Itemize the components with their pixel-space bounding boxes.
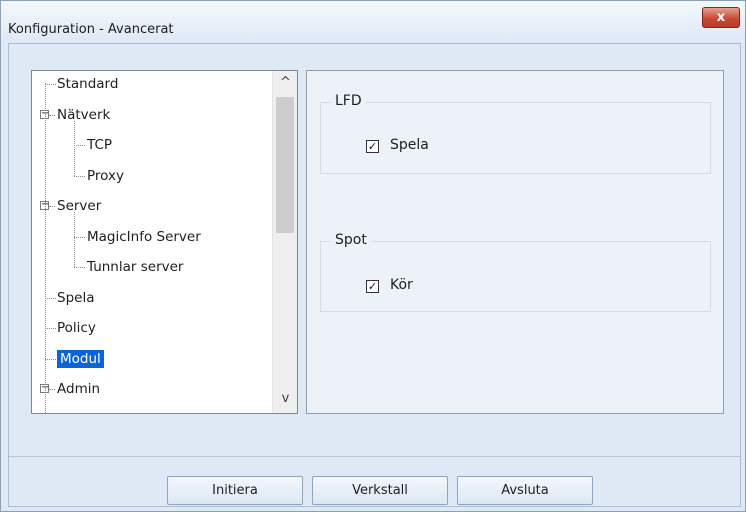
tree-item-tcp[interactable]: TCP — [87, 134, 112, 156]
tree-connector — [45, 297, 56, 299]
tree-connector — [74, 175, 85, 177]
initiera-button[interactable]: Initiera — [167, 476, 303, 505]
tree-root-line — [45, 83, 46, 413]
checkbox-spela[interactable]: ✓ — [366, 140, 379, 153]
title-bar: Konfiguration - Avancerat x — [1, 1, 745, 41]
tree-item-label: Admin — [57, 381, 101, 397]
tree-connector — [74, 267, 85, 268]
checkbox-label-spela[interactable]: Spela — [390, 137, 429, 153]
group-title-spot: Spot — [331, 232, 371, 248]
config-dialog: Konfiguration - Avancerat x Standard − Nät… — [0, 0, 746, 512]
scroll-down-icon[interactable]: v — [273, 389, 297, 409]
tree-item-nätverk[interactable]: Nätverk — [57, 104, 110, 126]
tree-item-proxy[interactable]: Proxy — [87, 165, 124, 187]
close-button[interactable]: x — [702, 7, 740, 28]
close-icon: x — [716, 10, 726, 25]
avsluta-button[interactable]: Avsluta — [457, 476, 593, 505]
tree-item-standard[interactable]: Standard — [57, 73, 118, 95]
tree-connector — [45, 328, 56, 329]
check-icon: ✓ — [367, 280, 378, 293]
window-title: Konfiguration - Avancerat — [8, 22, 174, 37]
checkbox-label-kor[interactable]: Kör — [390, 277, 413, 293]
tree-connector — [74, 145, 85, 146]
tree-item-label: Nätverk — [57, 106, 111, 123]
footer-divider — [9, 456, 740, 457]
group-title-lfd: LFD — [331, 93, 366, 109]
tree-item-label: MagicInfo Server — [87, 228, 201, 245]
tree-connector — [49, 114, 55, 116]
tree-connector — [49, 206, 55, 207]
verkstall-button[interactable]: Verkstall — [312, 476, 448, 505]
tree-item-label: Server — [57, 198, 102, 214]
scroll-up-icon[interactable]: ^ — [273, 73, 297, 93]
tree-branch-line — [74, 212, 75, 267]
tree-item-policy[interactable]: Policy — [57, 317, 96, 339]
tree-item-label: Policy — [57, 320, 96, 336]
checkbox-kor[interactable]: ✓ — [366, 280, 379, 293]
tree-item-label: Spela — [57, 289, 95, 306]
tree-item-server[interactable]: Server — [57, 195, 101, 217]
group-lfd: LFD ✓ Spela — [320, 93, 711, 174]
group-spot: Spot ✓ Kör — [320, 232, 711, 312]
tree-item-modul[interactable]: Modul — [57, 348, 104, 370]
tree-connector — [45, 358, 56, 360]
tree-scrollbar[interactable]: ^ v — [272, 71, 297, 413]
tree-item-tunnlar-server[interactable]: Tunnlar server — [87, 256, 183, 278]
check-icon: ✓ — [367, 140, 378, 153]
tree-item-label: TCP — [87, 137, 113, 153]
tree-item-admin[interactable]: Admin — [57, 378, 100, 400]
settings-tree: Standard − Nätverk TCP Proxy − Server MagicInfo… — [31, 70, 298, 414]
tree-item-label: Tunnlar server — [87, 259, 184, 275]
tree-item-label: Proxy — [87, 167, 124, 184]
module-settings-panel: LFD ✓ Spela Spot ✓ Kör — [306, 70, 724, 414]
tree-item-spela[interactable]: Spela — [57, 287, 94, 309]
tree-connector — [74, 236, 85, 238]
tree-item-magicinfo-server[interactable]: MagicInfo Server — [87, 226, 201, 248]
tree-connector — [45, 84, 56, 85]
tree-connector — [49, 389, 55, 390]
tree-branch-line — [74, 120, 75, 176]
scrollbar-thumb[interactable] — [276, 97, 294, 233]
tree-item-label: Standard — [57, 76, 119, 92]
tree-item-label: Modul — [57, 349, 104, 368]
